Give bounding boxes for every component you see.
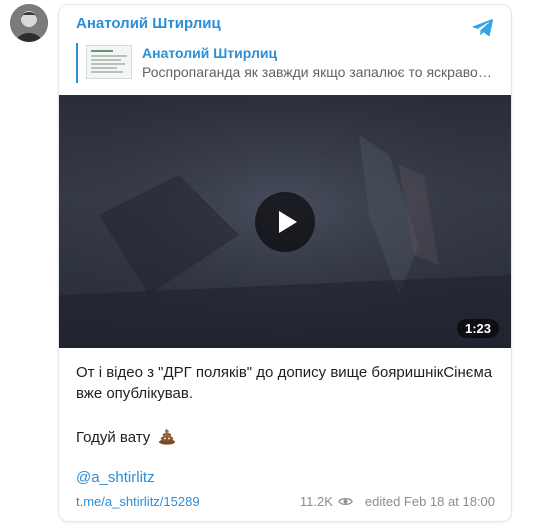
play-button[interactable]	[255, 192, 315, 252]
channel-mention-link[interactable]: @a_shtirlitz	[76, 469, 155, 486]
avatar-image	[10, 4, 48, 42]
play-icon	[279, 211, 297, 233]
telegram-icon[interactable]	[471, 15, 495, 39]
reply-text: Роспропаганда як завжди якщо запалює то …	[142, 64, 492, 80]
post-meta: 11.2K edited Feb 18 at 18:00	[300, 494, 495, 509]
post-permalink[interactable]: t.me/a_shtirlitz/15289	[76, 494, 200, 509]
views-count: 11.2K	[299, 494, 333, 509]
video-player[interactable]: 1:23	[59, 95, 511, 348]
reply-preview[interactable]: Анатолий Штирлиц Роспропаганда як завжди…	[76, 43, 496, 83]
reply-thumbnail	[86, 45, 132, 79]
post-text-paragraph-2: Годуй вату	[76, 427, 176, 448]
channel-avatar[interactable]	[10, 4, 48, 42]
post-text-line: Годуй вату	[76, 429, 151, 446]
edited-timestamp: edited Feb 18 at 18:00	[364, 494, 495, 509]
message-card: Анатолий Штирлиц Анатолий Штирлиц Роспро…	[58, 4, 512, 522]
eye-icon	[338, 498, 353, 505]
video-duration: 1:23	[456, 319, 499, 338]
reply-author: Анатолий Штирлиц	[142, 45, 278, 61]
post-author[interactable]: Анатолий Штирлиц	[76, 15, 221, 32]
pile-of-poo-icon	[159, 429, 176, 445]
post-text-paragraph-1: От і відео з "ДРГ поляків" до допису вищ…	[76, 364, 493, 402]
